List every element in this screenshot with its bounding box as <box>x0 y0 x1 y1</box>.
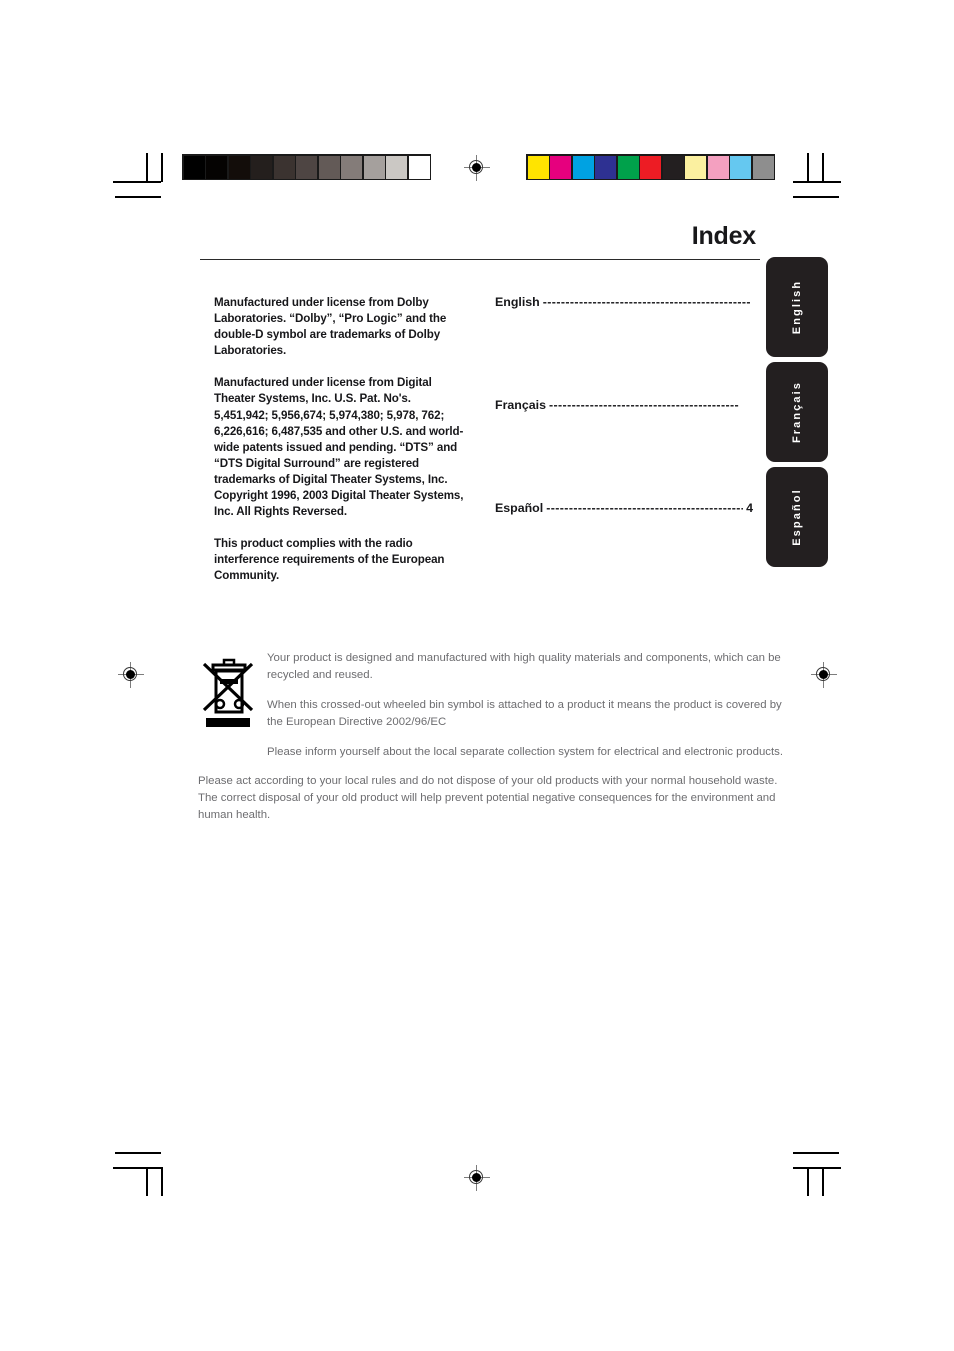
crop-mark <box>161 153 163 182</box>
calibration-swatch <box>251 155 272 179</box>
crop-mark <box>793 1152 839 1154</box>
crop-mark <box>807 1167 809 1196</box>
weee-paragraph-collection: Please inform yourself about the local s… <box>267 746 783 758</box>
page-title: Index <box>691 222 756 250</box>
calibration-swatch <box>662 155 684 179</box>
calibration-swatch <box>572 155 594 179</box>
calibration-swatch <box>640 155 661 179</box>
crop-mark <box>113 1167 161 1169</box>
crop-mark <box>161 1167 163 1196</box>
crop-mark <box>807 153 809 182</box>
toc-leader-dashes: ----------------------------------------… <box>546 501 744 515</box>
toc-label: Español <box>495 501 544 515</box>
weee-paragraph-materials: Your product is designed and manufacture… <box>267 652 781 681</box>
toc-page-number: 4 <box>746 501 753 515</box>
toc-label: Français <box>495 398 546 412</box>
toc-entry-espanol[interactable]: Español --------------------------------… <box>495 501 753 604</box>
crop-mark <box>793 181 841 183</box>
registration-target-mark <box>811 662 837 688</box>
toc-entry-english[interactable]: English --------------------------------… <box>495 295 753 398</box>
calibration-swatch <box>752 155 774 179</box>
crop-mark <box>822 153 824 182</box>
calibration-swatch <box>550 155 571 179</box>
language-tab-francais[interactable]: Français <box>766 362 828 462</box>
weee-footer-text: Please act according to your local rules… <box>198 775 778 821</box>
grayscale-calibration-bar <box>182 154 431 180</box>
calibration-swatch <box>318 155 340 179</box>
calibration-swatch <box>296 155 317 179</box>
weee-disposal-notice: Your product is designed and manufacture… <box>198 650 798 824</box>
registration-target-mark <box>118 662 144 688</box>
crop-mark <box>146 153 148 182</box>
toc-entry-francais[interactable]: Français -------------------------------… <box>495 398 753 501</box>
crossed-out-wheeled-bin-icon <box>198 652 260 735</box>
registration-target-mark <box>464 1165 490 1191</box>
legal-paragraph-dts: Manufactured under license from Digital … <box>214 376 464 519</box>
calibration-swatch <box>707 155 729 179</box>
calibration-swatch <box>183 155 205 179</box>
color-calibration-bar <box>526 154 775 180</box>
calibration-swatch <box>206 155 227 179</box>
crop-mark <box>793 196 839 198</box>
calibration-swatch <box>685 155 706 179</box>
registration-target-mark <box>464 155 490 181</box>
calibration-swatch <box>408 155 430 179</box>
weee-paragraph-directive: When this crossed-out wheeled bin symbol… <box>267 699 782 728</box>
calibration-swatch <box>341 155 362 179</box>
language-tab-label: Français <box>791 380 803 444</box>
crop-mark <box>822 1167 824 1196</box>
language-tab-label: English <box>791 279 803 335</box>
calibration-swatch <box>595 155 616 179</box>
language-tab-label: Español <box>791 488 803 546</box>
calibration-swatch <box>617 155 639 179</box>
calibration-swatch <box>527 155 549 179</box>
toc-label: English <box>495 295 540 309</box>
crop-mark <box>793 1167 841 1169</box>
calibration-swatch <box>228 155 250 179</box>
crop-mark <box>115 1152 161 1154</box>
title-divider <box>200 259 760 261</box>
calibration-swatch <box>730 155 751 179</box>
calibration-swatch <box>273 155 295 179</box>
toc-leader-dashes: ----------------------------------------… <box>542 295 750 309</box>
legal-paragraph-dolby: Manufactured under license from Dolby La… <box>214 296 447 358</box>
calibration-swatch <box>363 155 385 179</box>
crop-mark <box>115 196 161 198</box>
crop-mark <box>146 1167 148 1196</box>
legal-notices: Manufactured under license from Dolby La… <box>214 295 464 601</box>
crop-mark <box>113 181 161 183</box>
legal-paragraph-ec-compliance: This product complies with the radio int… <box>214 537 445 583</box>
language-tab-english[interactable]: English <box>766 257 828 357</box>
language-tab-espanol[interactable]: Español <box>766 467 828 567</box>
calibration-swatch <box>386 155 407 179</box>
language-tabs: English Français Español <box>766 257 828 572</box>
table-of-contents: English --------------------------------… <box>495 295 753 604</box>
toc-leader-dashes: ----------------------------------------… <box>548 398 740 412</box>
